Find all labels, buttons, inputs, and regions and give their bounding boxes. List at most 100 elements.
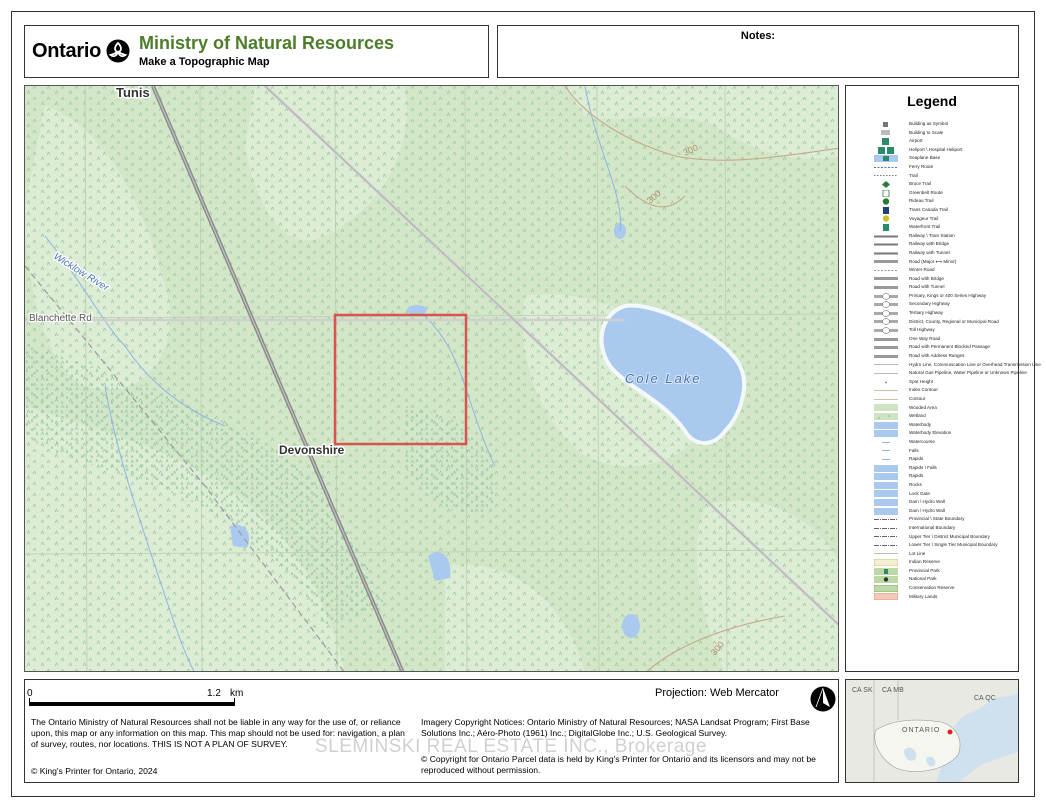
legend-item-label: Tertiary Highway xyxy=(909,310,943,316)
scale-max: 1.2 xyxy=(207,688,221,699)
legend-item: Trans Canada Trail xyxy=(874,206,1016,215)
topographic-map[interactable]: 300 300 300 Tunis Devonshire Blanchette … xyxy=(24,85,839,672)
legend-item: Heliport \ Hospital Heliport xyxy=(874,146,1016,155)
legend-item: National Park xyxy=(874,575,1016,584)
legend-item: Lock Gate xyxy=(874,490,1016,499)
legend-symbol-icon xyxy=(874,327,898,334)
legend-symbol-icon xyxy=(874,527,898,529)
legend-symbol-icon xyxy=(883,223,889,231)
legend-symbol-icon xyxy=(874,544,898,546)
inset-label-ontario: ONTARIO xyxy=(902,727,940,734)
legend-item-label: Waterfront Trail xyxy=(909,224,941,230)
legend-item-label: Rapids xyxy=(909,473,924,479)
legend-item: Building to Scale xyxy=(874,129,1016,138)
legend-item: Contour xyxy=(874,395,1016,404)
lake-label-cole: Cole Lake xyxy=(625,371,702,386)
legend-item: Waterbody xyxy=(874,421,1016,430)
inset-land-east xyxy=(958,750,1018,782)
legend-item-label: Secondary Highway xyxy=(909,301,950,307)
notes-box: Notes: xyxy=(497,25,1019,78)
legend-item: One Way Road xyxy=(874,335,1016,344)
legend-symbol-icon xyxy=(874,576,898,584)
legend-symbol-icon xyxy=(882,459,890,460)
legend-symbol-icon xyxy=(882,198,890,205)
legend-symbol-icon xyxy=(874,243,898,246)
legend-item: Indian Reserve xyxy=(874,558,1016,567)
legend-symbol-icon xyxy=(874,286,898,290)
legend-item-label: Rapids \ Falls xyxy=(909,464,937,470)
legend-item: Tertiary Highway xyxy=(874,309,1016,318)
legend-item: Road (Major ⟷ Minor) xyxy=(874,258,1016,267)
legend-item-label: Primary, Kings or 400 Series Highway xyxy=(909,292,987,298)
legend-item-label: Wetland xyxy=(909,413,926,419)
ontario-trillium-logo-icon xyxy=(106,39,130,63)
legend-panel: Legend Building as Symbol Building to Sca… xyxy=(845,85,1041,672)
legend-item: Secondary Highway xyxy=(874,300,1016,309)
legend-symbol-icon xyxy=(882,180,890,188)
legend-symbol-icon xyxy=(874,553,898,555)
legend-item: Rapids xyxy=(874,455,1016,464)
locator-inset-map: CA SK CA MB CA QC ONTARIO xyxy=(845,679,1019,783)
legend-item-label: Military Lands xyxy=(909,593,938,599)
road-label-blanchette: Blanchette Rd xyxy=(29,313,92,324)
legend-item-label: Trail xyxy=(909,172,918,178)
legend-item: International Boundary xyxy=(874,524,1016,533)
place-label-devonshire: Devonshire xyxy=(279,443,345,457)
legend-item-label: Dam \ Hydro Wall xyxy=(909,507,945,513)
legend-symbol-icon xyxy=(874,390,898,392)
legend-item-label: One Way Road xyxy=(909,335,941,341)
legend-item: Toll Highway xyxy=(874,326,1016,335)
legend-item: Rapids \ Falls xyxy=(874,464,1016,473)
inset-location-marker xyxy=(947,729,953,735)
legend-list: Building as Symbol Building to Scale Airpo… xyxy=(874,120,1041,601)
legend-item: Hydro Line, Communication Line or Overhe… xyxy=(874,361,1041,370)
legend-item-label: Hydro Line, Communication Line or Overhe… xyxy=(909,361,1041,367)
legend-item-label: Contour xyxy=(909,396,926,401)
legend-item: Trail xyxy=(874,172,1016,181)
legend-item-label: Lower Tier \ Single Tier Municipal Bound… xyxy=(909,542,998,548)
legend-item: Airport xyxy=(874,137,1016,146)
legend-item-label: Winter Road xyxy=(909,267,935,273)
ministry-title: Ministry of Natural Resources xyxy=(139,33,395,53)
legend-symbol-icon xyxy=(874,373,898,374)
legend-item-label: Road with Bridge xyxy=(909,275,944,281)
footer-panel: 0 1.2 km Projection: Web Mercator The On… xyxy=(24,679,839,783)
legend-item-label: Spot Height xyxy=(909,378,934,384)
legend-item: Road with Permanent Blocked Passage xyxy=(874,343,1016,352)
legend-symbol-icon xyxy=(874,567,898,575)
legend-item-label: District, County, Regional or Municipal … xyxy=(909,318,999,324)
legend-symbol-icon xyxy=(881,130,890,136)
legend-item-label: Railway \ Train Station xyxy=(909,232,955,238)
legend-item-label: Railway with Bridge xyxy=(909,241,950,247)
legend-symbol-icon xyxy=(874,310,898,317)
legend-item-label: Seaplane Base xyxy=(909,155,941,161)
legend-item: Lower Tier \ Single Tier Municipal Bound… xyxy=(874,541,1016,550)
legend-item-label: Rideau Trail xyxy=(909,198,934,204)
legend-item: Falls xyxy=(874,447,1016,456)
legend-item: Upper Tier \ District Municipal Boundary xyxy=(874,533,1016,542)
legend-symbol-icon xyxy=(874,346,898,350)
legend-symbol-icon xyxy=(882,215,890,223)
legend-item-label: Road (Major ⟷ Minor) xyxy=(909,258,957,264)
place-label-tunis: Tunis xyxy=(116,86,150,100)
legend-symbol-icon xyxy=(874,507,898,515)
kings-printer-copyright: © King's Printer for Ontario, 2024 xyxy=(31,766,158,776)
scale-tick-end xyxy=(234,698,235,706)
legend-item-label: Voyageur Trail xyxy=(909,215,939,221)
legend-symbol-icon xyxy=(874,277,898,281)
legend-item-label: Building as Symbol xyxy=(909,121,949,126)
map-subtitle: Make a Topographic Map xyxy=(139,56,270,68)
notes-label: Notes: xyxy=(740,30,776,42)
legend-item: Building as Symbol xyxy=(874,120,1016,129)
map-canvas: 300 300 300 Tunis Devonshire Blanchette … xyxy=(25,86,838,671)
legend-symbol-icon xyxy=(878,146,894,154)
legend-symbol-icon xyxy=(874,252,898,255)
legend-item: Voyageur Trail xyxy=(874,215,1016,224)
legend-item: Lot Line xyxy=(874,550,1016,559)
projection-label: Projection: Web Mercator xyxy=(655,687,779,699)
legend-symbol-icon xyxy=(874,398,898,400)
legend-item-label: Lock Gate xyxy=(909,490,930,496)
legend-item: Railway with Bridge xyxy=(874,240,1016,249)
brokerage-watermark: SLEMINSKI REAL ESTATE INC., Brokerage xyxy=(315,736,707,757)
legend-symbol-icon xyxy=(874,364,898,366)
